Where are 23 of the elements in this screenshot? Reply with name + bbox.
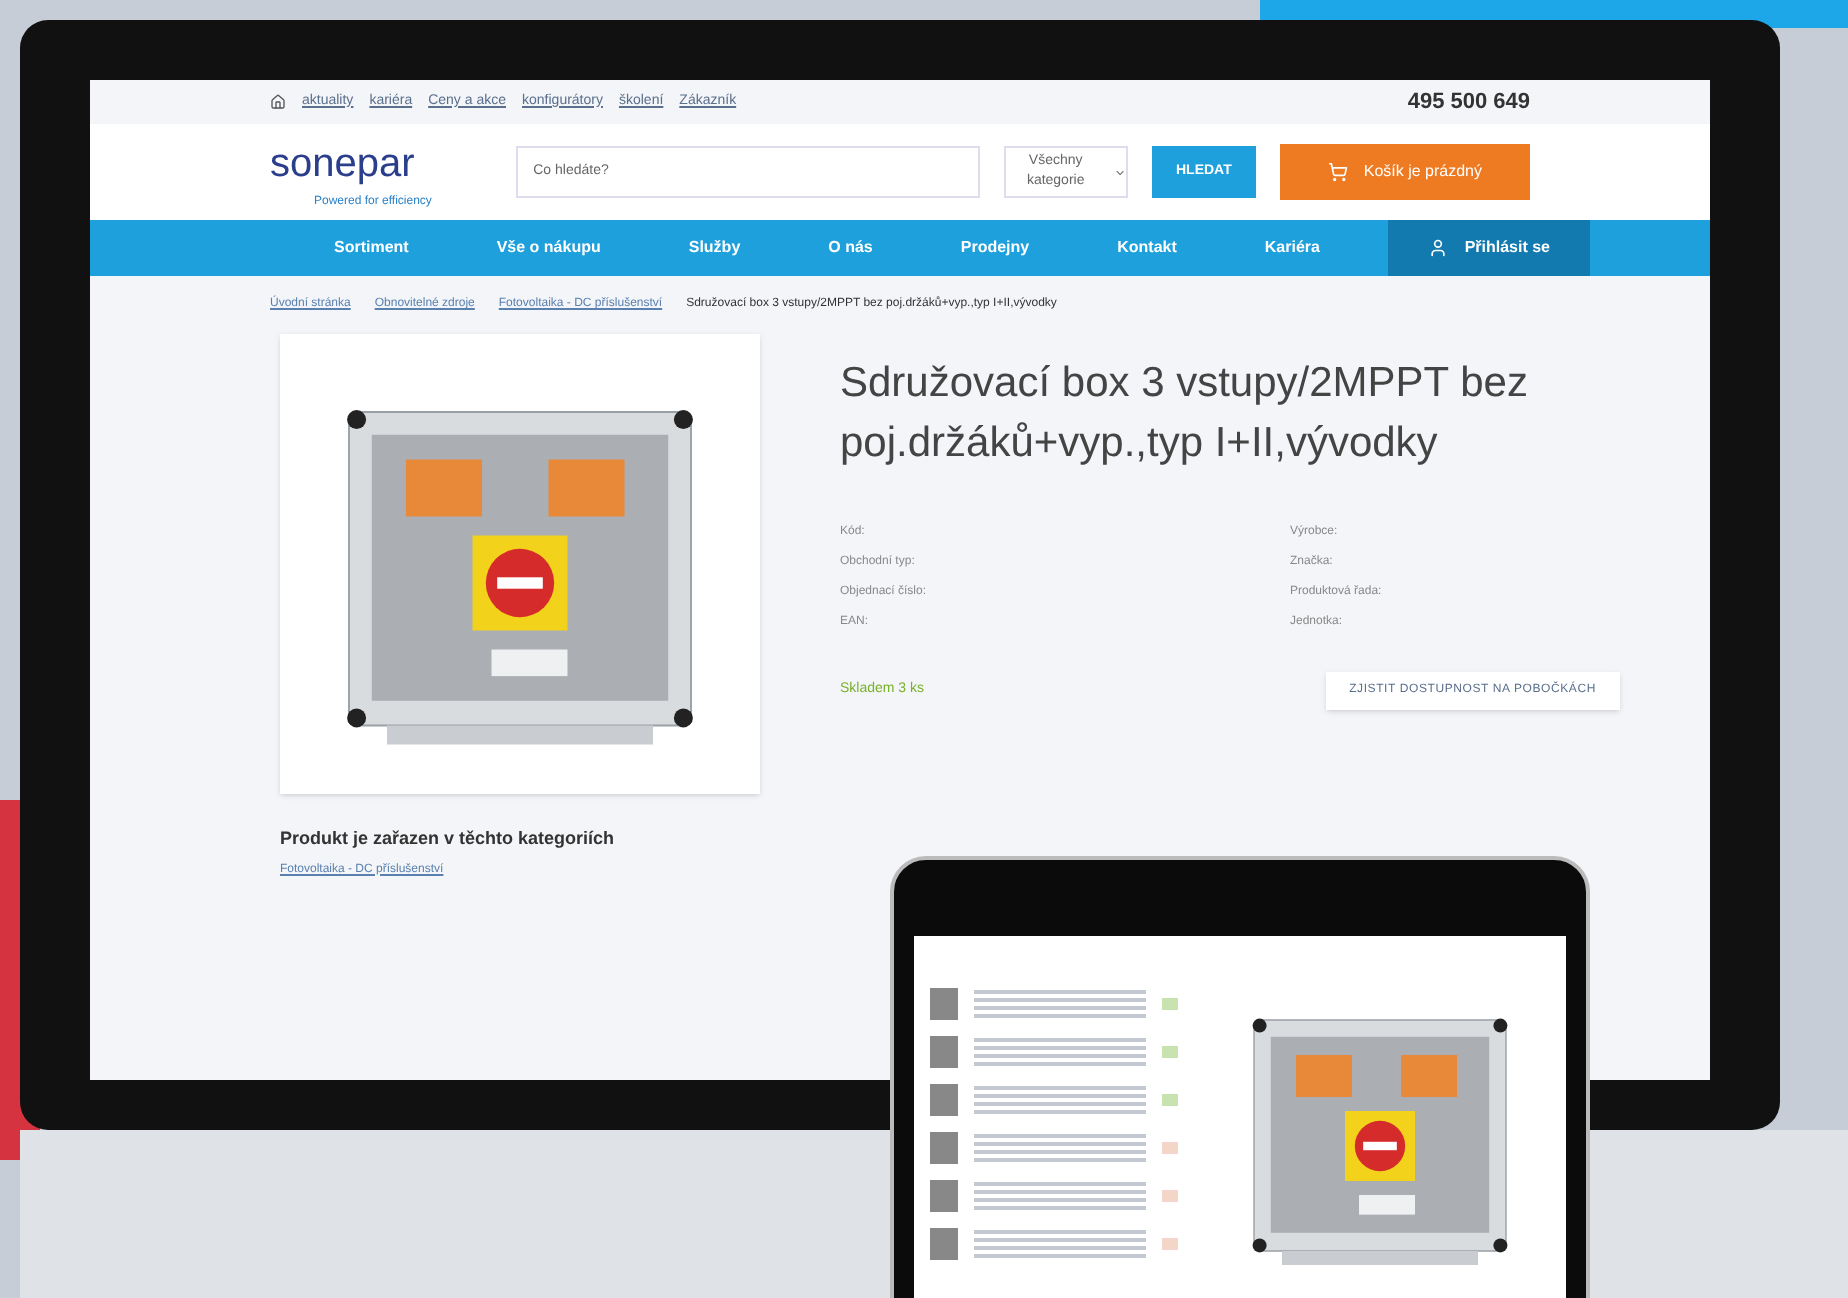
nav-item[interactable]: Vše o nákupu xyxy=(452,220,645,276)
product-thumbnail[interactable] xyxy=(930,988,958,1020)
nav-item[interactable]: Sortiment xyxy=(290,220,453,276)
product-thumbnail[interactable] xyxy=(930,1036,958,1068)
product-title: Sdružovací box 3 vstupy/2MPPT bez poj.držáků+vyp.,typ I+II,vývodky xyxy=(840,358,1530,470)
product-thumbnail[interactable] xyxy=(930,1084,958,1116)
nav-item[interactable]: Kontakt xyxy=(1073,220,1221,276)
nav-item[interactable]: Prodejny xyxy=(916,220,1074,276)
product-thumbnail[interactable] xyxy=(930,1228,958,1260)
login-button[interactable]: Přihlásit se xyxy=(1388,220,1590,276)
cart-button[interactable]: Košík je prázdný xyxy=(1279,144,1530,200)
nav-item[interactable]: O nás xyxy=(784,220,917,276)
home-icon[interactable] xyxy=(270,94,286,110)
product-thumbnail[interactable] xyxy=(930,1180,958,1212)
cart-icon xyxy=(1327,162,1348,182)
phone-number: 495 500 649 xyxy=(1407,87,1530,118)
categories-heading: Produkt je zařazen v těchto kategoriích xyxy=(280,826,617,852)
nav-item[interactable]: Kariéra xyxy=(1220,220,1364,276)
user-icon xyxy=(1428,238,1449,258)
logo[interactable]: sonepar xyxy=(270,133,492,193)
nav-item[interactable]: Služby xyxy=(644,220,785,276)
caret-icon xyxy=(1113,165,1126,179)
product-thumbnail[interactable] xyxy=(930,1132,958,1164)
